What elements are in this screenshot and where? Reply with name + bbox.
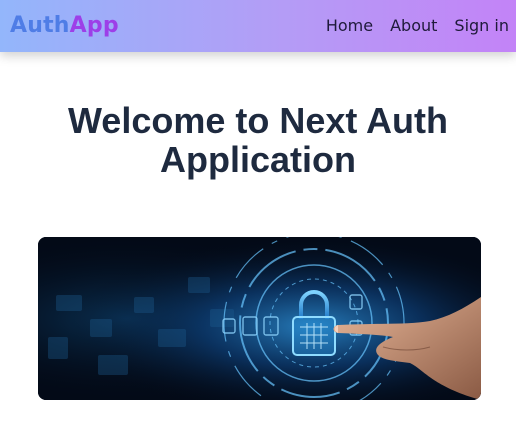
nav-links: Home About Sign in [309, 18, 509, 34]
logo-text-auth: Auth [10, 13, 70, 38]
app-logo[interactable]: AuthApp [10, 15, 119, 37]
nav-link-home[interactable]: Home [326, 18, 373, 34]
navbar: AuthApp Home About Sign in [0, 0, 516, 52]
page-title-line1: Welcome to Next Auth [67, 100, 449, 141]
nav-link-about[interactable]: About [390, 18, 437, 34]
nav-link-sign-in[interactable]: Sign in [454, 18, 509, 34]
cyber-security-illustration [38, 237, 481, 400]
page-title: Welcome to Next Auth Application [0, 101, 516, 179]
page-title-line2: Application [160, 139, 356, 180]
hero-image [38, 237, 481, 400]
logo-text-app: App [69, 13, 119, 38]
